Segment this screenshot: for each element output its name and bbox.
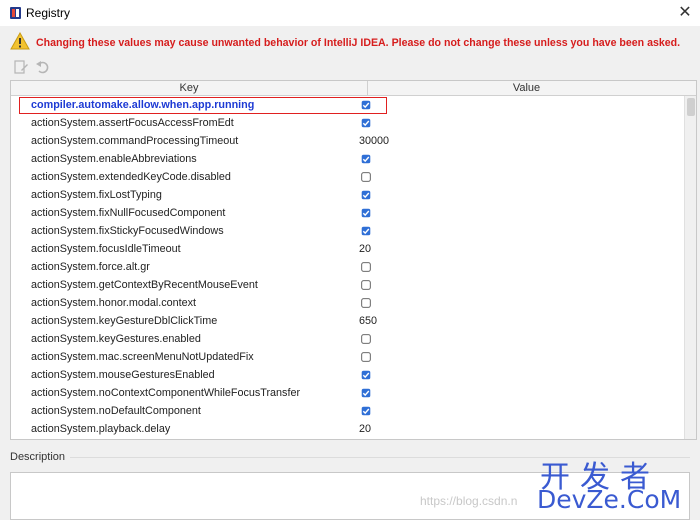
- scrollbar-thumb[interactable]: [687, 98, 695, 116]
- row-key: actionSystem.force.alt.gr: [31, 261, 150, 273]
- table-row[interactable]: actionSystem.keyGestureDblClickTime 650: [11, 312, 685, 330]
- checkbox-checked-icon[interactable]: [361, 226, 371, 236]
- table-row[interactable]: actionSystem.noDefaultComponent: [11, 402, 685, 420]
- row-key: actionSystem.playback.delay: [31, 423, 171, 435]
- edit-icon[interactable]: [12, 58, 30, 76]
- close-icon[interactable]: ✕: [674, 2, 696, 24]
- toolbar: [0, 56, 700, 78]
- title-bar: Registry ✕: [0, 0, 700, 26]
- table-row[interactable]: actionSystem.playback.delay 20: [11, 420, 685, 438]
- checkbox-unchecked-icon[interactable]: [361, 352, 371, 362]
- checkbox-unchecked-icon[interactable]: [361, 262, 371, 272]
- table-row[interactable]: actionSystem.mouseGesturesEnabled: [11, 366, 685, 384]
- checkbox-checked-icon[interactable]: [361, 100, 371, 110]
- table-row[interactable]: actionSystem.honor.modal.context: [11, 294, 685, 312]
- table-row[interactable]: actionSystem.commandProcessingTimeout 300…: [11, 132, 685, 150]
- table-row[interactable]: actionSystem.fixNullFocusedComponent: [11, 204, 685, 222]
- checkbox-checked-icon[interactable]: [361, 388, 371, 398]
- table-row[interactable]: actionSystem.enableAbbreviations: [11, 150, 685, 168]
- warning-banner: Changing these values may cause unwanted…: [0, 28, 700, 56]
- table-header: Key Value: [11, 81, 696, 96]
- row-key: actionSystem.noDefaultComponent: [31, 405, 201, 417]
- row-value[interactable]: 650: [359, 315, 377, 327]
- table-row[interactable]: actionSystem.extendedKeyCode.disabled: [11, 168, 685, 186]
- row-key: actionSystem.assertFocusAccessFromEdt: [31, 117, 234, 129]
- registry-app-icon: [10, 7, 21, 19]
- table-row[interactable]: actionSystem.fixStickyFocusedWindows: [11, 222, 685, 240]
- row-key: actionSystem.keyGestureDblClickTime: [31, 315, 218, 327]
- row-key: actionSystem.fixStickyFocusedWindows: [31, 225, 224, 237]
- warning-triangle-icon: [10, 32, 30, 50]
- table-row[interactable]: actionSystem.noContextComponentWhileFocu…: [11, 384, 685, 402]
- row-key: actionSystem.noContextComponentWhileFocu…: [31, 387, 301, 399]
- registry-table: Key Value compiler.automake.allow.when.a…: [10, 80, 697, 440]
- table-row[interactable]: actionSystem.mac.screenMenuNotUpdatedFix: [11, 348, 685, 366]
- row-key: actionSystem.fixNullFocusedComponent: [31, 207, 226, 219]
- checkbox-checked-icon[interactable]: [361, 370, 371, 380]
- watermark-logo-en: DevZe.CoM: [537, 485, 682, 514]
- row-value[interactable]: 20: [359, 423, 371, 435]
- description-label: Description: [10, 451, 66, 463]
- checkbox-unchecked-icon[interactable]: [361, 334, 371, 344]
- table-row[interactable]: compiler.automake.allow.when.app.running: [11, 96, 685, 114]
- row-key: compiler.automake.allow.when.app.running: [31, 99, 255, 111]
- row-key: actionSystem.focusIdleTimeout: [31, 243, 181, 255]
- row-key: actionSystem.mac.screenMenuNotUpdatedFix: [31, 351, 254, 363]
- checkbox-unchecked-icon[interactable]: [361, 280, 371, 290]
- table-row[interactable]: actionSystem.assertFocusAccessFromEdt: [11, 114, 685, 132]
- row-key: actionSystem.fixLostTyping: [31, 189, 162, 201]
- row-key: actionSystem.honor.modal.context: [31, 297, 197, 309]
- checkbox-checked-icon[interactable]: [361, 154, 371, 164]
- column-header-value[interactable]: Value: [368, 81, 685, 96]
- column-header-key[interactable]: Key: [11, 81, 368, 96]
- checkbox-checked-icon[interactable]: [361, 118, 371, 128]
- checkbox-checked-icon[interactable]: [361, 406, 371, 416]
- window-title: Registry: [26, 6, 71, 20]
- checkbox-checked-icon[interactable]: [361, 190, 371, 200]
- table-row[interactable]: actionSystem.force.alt.gr: [11, 258, 685, 276]
- revert-icon[interactable]: [34, 58, 52, 76]
- row-key: actionSystem.mouseGesturesEnabled: [31, 369, 215, 381]
- row-key: actionSystem.keyGestures.enabled: [31, 333, 201, 345]
- checkbox-unchecked-icon[interactable]: [361, 298, 371, 308]
- table-row[interactable]: actionSystem.keyGestures.enabled: [11, 330, 685, 348]
- table-row[interactable]: actionSystem.focusIdleTimeout 20: [11, 240, 685, 258]
- watermark-url: https://blog.csdn.n: [420, 494, 518, 508]
- checkbox-unchecked-icon[interactable]: [361, 172, 371, 182]
- row-key: actionSystem.getContextByRecentMouseEven…: [31, 279, 258, 291]
- row-key: actionSystem.extendedKeyCode.disabled: [31, 171, 231, 183]
- table-row[interactable]: actionSystem.fixLostTyping: [11, 186, 685, 204]
- warning-text: Changing these values may cause unwanted…: [36, 37, 681, 49]
- row-key: actionSystem.enableAbbreviations: [31, 153, 197, 165]
- table-row[interactable]: actionSystem.getContextByRecentMouseEven…: [11, 276, 685, 294]
- vertical-scrollbar[interactable]: [684, 96, 696, 439]
- row-key: actionSystem.commandProcessingTimeout: [31, 135, 239, 147]
- table-body: compiler.automake.allow.when.app.running…: [11, 96, 685, 438]
- row-value[interactable]: 30000: [359, 135, 389, 147]
- checkbox-checked-icon[interactable]: [361, 208, 371, 218]
- row-value[interactable]: 20: [359, 243, 371, 255]
